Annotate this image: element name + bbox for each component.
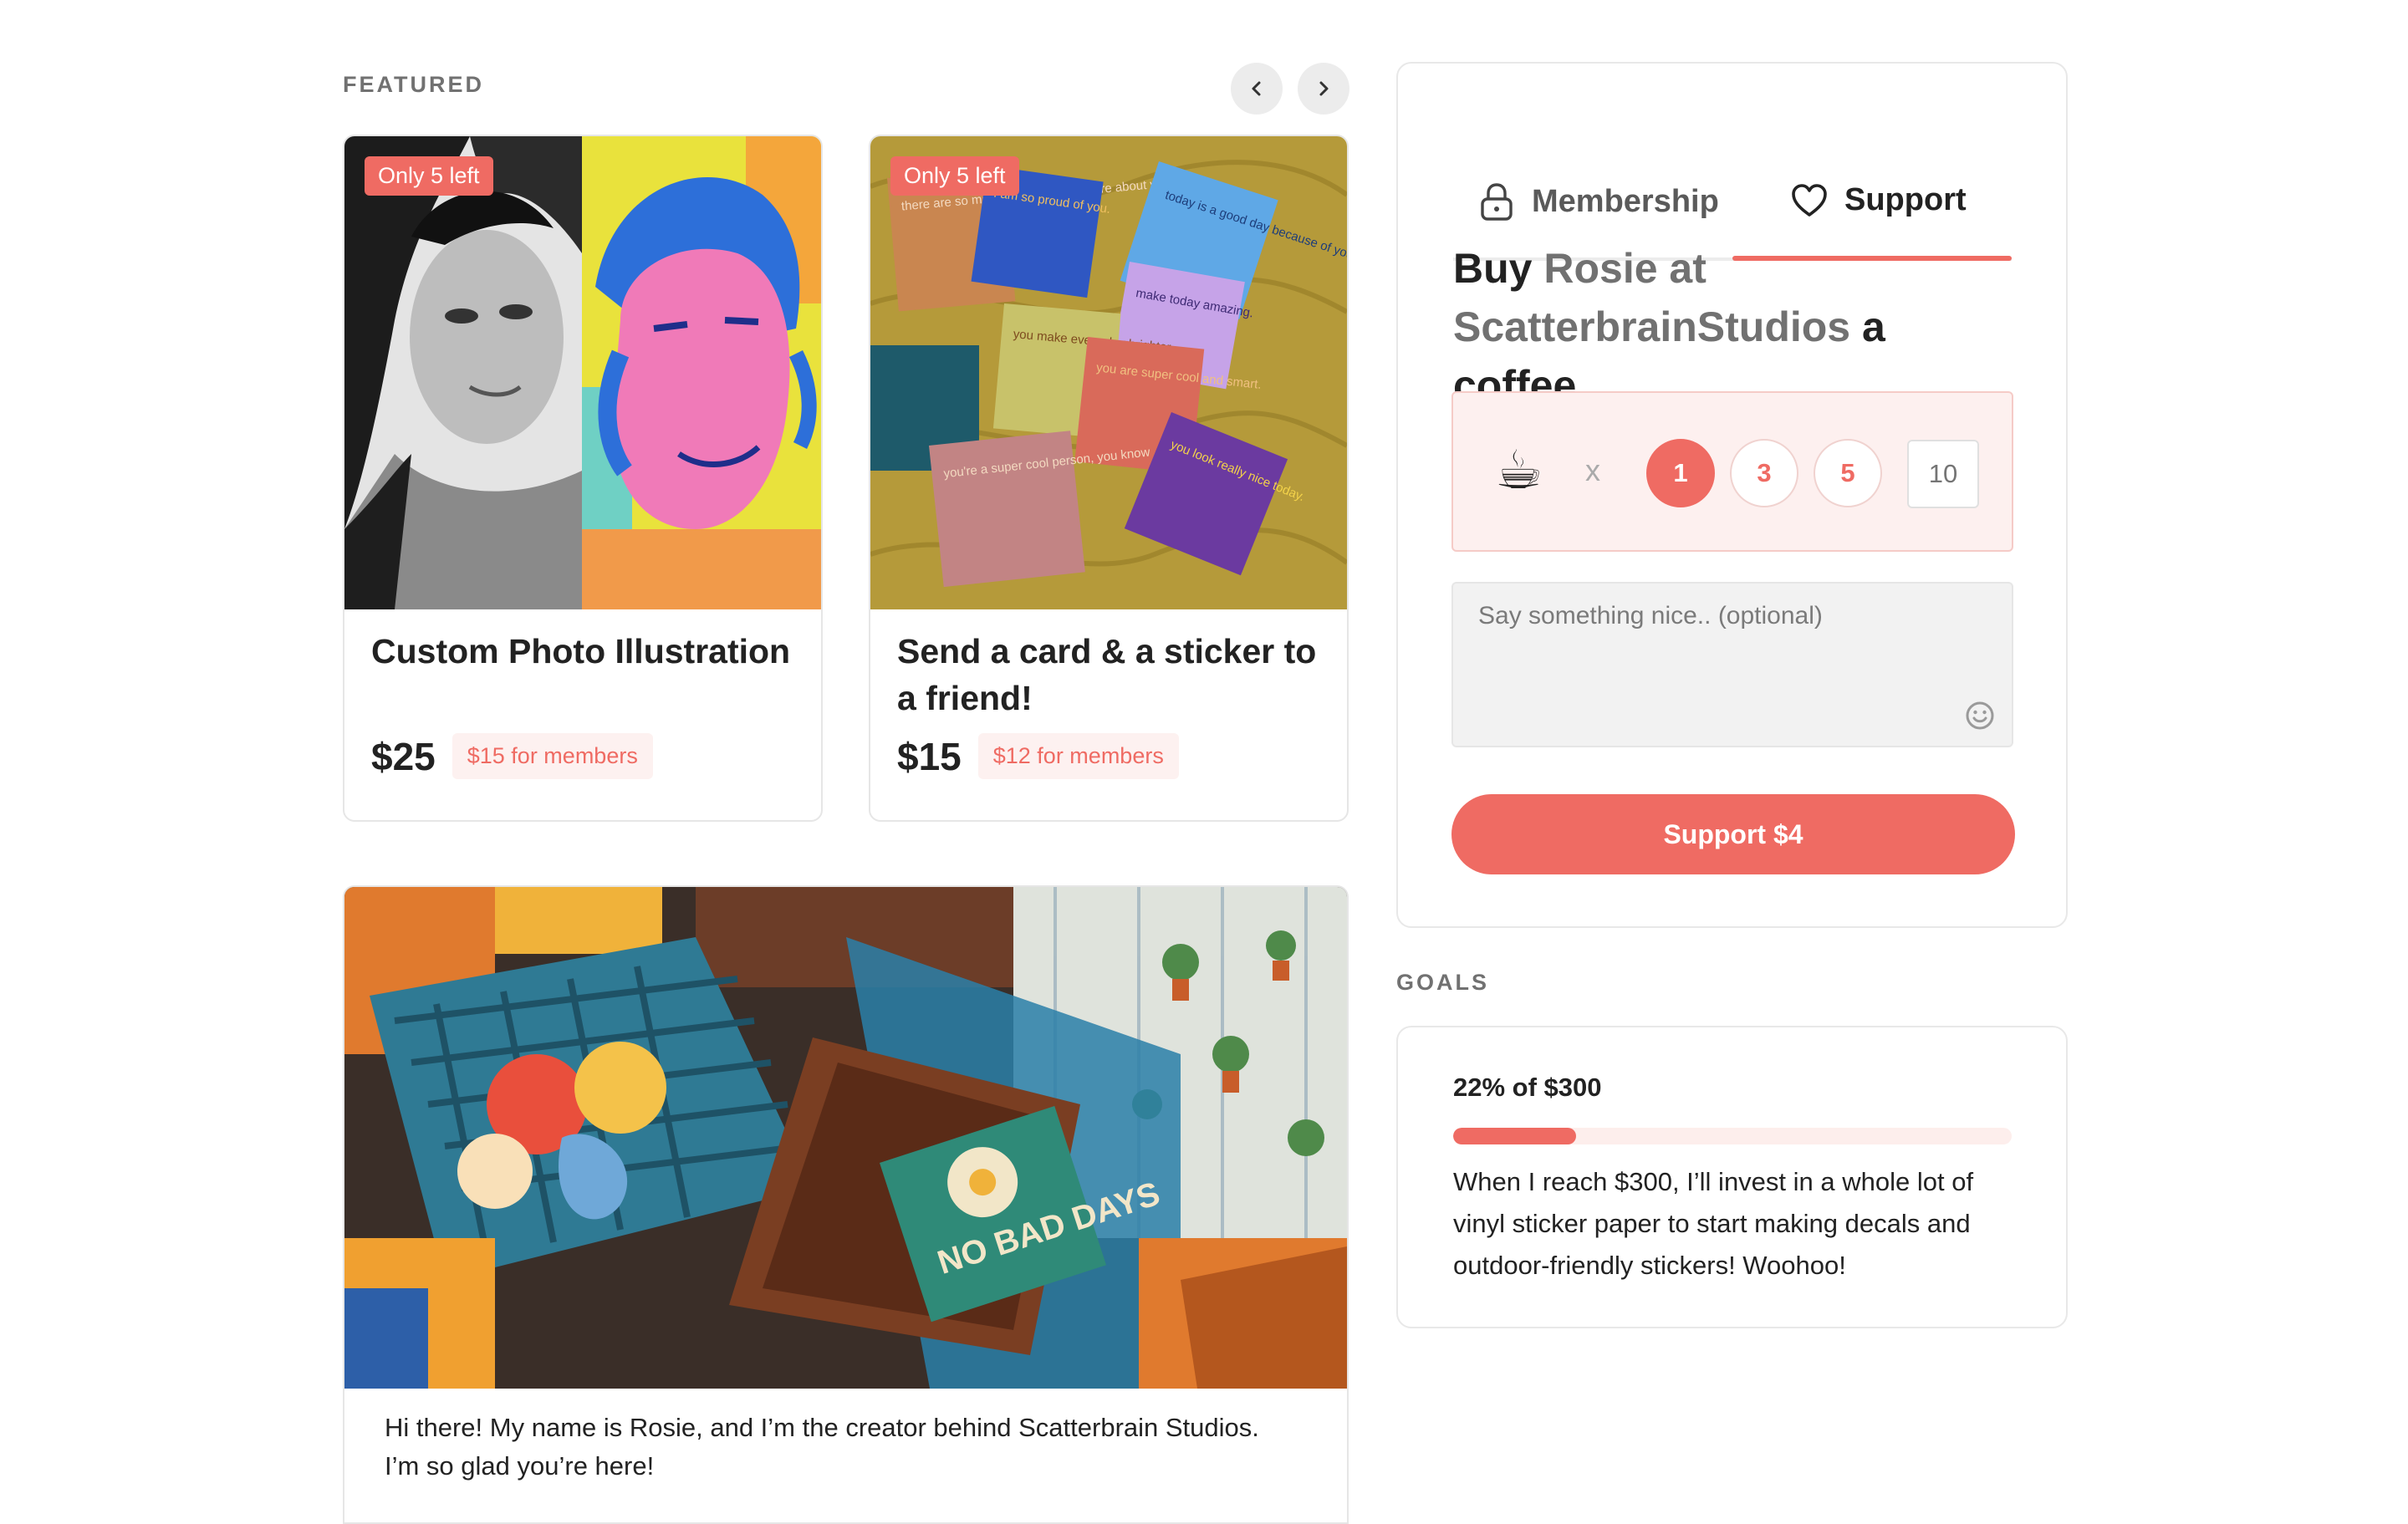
post-intro-text: Hi there! My name is Rosie, and I’m the … <box>385 1413 1259 1442</box>
coffee-quantity-box: ☕ x 1 3 5 <box>1451 391 2013 552</box>
carousel-prev-button[interactable] <box>1231 63 1283 115</box>
goal-card: 22% of $300 When I reach $300, I’ll inve… <box>1396 1026 2068 1328</box>
member-price-tag: $15 for members <box>452 733 653 779</box>
lock-icon <box>1481 183 1513 221</box>
product-title[interactable]: Send a card & a sticker to a friend! <box>897 628 1320 721</box>
quantity-option-3[interactable]: 3 <box>1730 439 1798 507</box>
chevron-left-icon <box>1252 81 1261 96</box>
multiply-sign: x <box>1585 453 1600 487</box>
member-price-tag: $12 for members <box>977 733 1179 779</box>
heading-pre: Buy <box>1453 245 1533 292</box>
post-intro-continued: I’m so glad you’re here! <box>385 1451 655 1481</box>
product-image-photo-illustration: Only 5 left <box>344 136 821 609</box>
goal-progress-text: 22% of $300 <box>1453 1073 1602 1102</box>
tab-membership[interactable]: Membership <box>1478 182 1719 221</box>
product-title[interactable]: Custom Photo Illustration <box>371 628 794 721</box>
post-image: NO BAD DAYS <box>344 887 1347 1389</box>
support-panel: Membership Support Buy Rosie at Scatterb… <box>1396 62 2068 928</box>
message-placeholder: Say something nice.. (optional) <box>1478 602 1823 629</box>
coffee-cup-icon: ☕ <box>1495 440 1543 500</box>
goals-label: GOALS <box>1396 970 1490 995</box>
tab-support[interactable]: Support <box>1791 182 1967 218</box>
featured-label: FEATURED <box>343 72 484 97</box>
stock-badge: Only 5 left <box>365 156 493 196</box>
goal-progress-fill <box>1453 1128 1576 1144</box>
post-card[interactable]: NO BAD DAYS Hi there! My name is Rosie, … <box>343 885 1349 1524</box>
product-price: $15 <box>897 734 962 778</box>
product-price: $25 <box>371 734 436 778</box>
quantity-option-5[interactable]: 5 <box>1814 439 1882 507</box>
goal-description: When I reach $300, I’ll invest in a whol… <box>1453 1167 1974 1280</box>
support-heading: Buy Rosie at ScatterbrainStudios a coffe… <box>1453 239 2012 415</box>
goal-progress-bar <box>1453 1128 2012 1144</box>
emoji-picker-icon[interactable] <box>1965 701 1995 731</box>
product-image-cards: there are so many things that I admire a… <box>870 136 1347 609</box>
tab-label: Support <box>1844 182 1967 217</box>
stock-badge: Only 5 left <box>890 156 1019 196</box>
carousel-next-button[interactable] <box>1298 63 1349 115</box>
chevron-right-icon <box>1319 81 1329 96</box>
featured-card-custom-photo[interactable]: Only 5 left Custom Photo Illustration $2… <box>343 135 823 822</box>
custom-quantity-input[interactable] <box>1907 440 1979 508</box>
tab-label: Membership <box>1532 183 1719 219</box>
heart-icon <box>1792 183 1827 217</box>
quantity-option-1[interactable]: 1 <box>1646 439 1715 507</box>
featured-card-card-sticker[interactable]: there are so many things that I admire a… <box>869 135 1349 822</box>
message-textarea[interactable]: Say something nice.. (optional) <box>1451 582 2013 747</box>
support-button[interactable]: Support $4 <box>1451 794 2015 874</box>
